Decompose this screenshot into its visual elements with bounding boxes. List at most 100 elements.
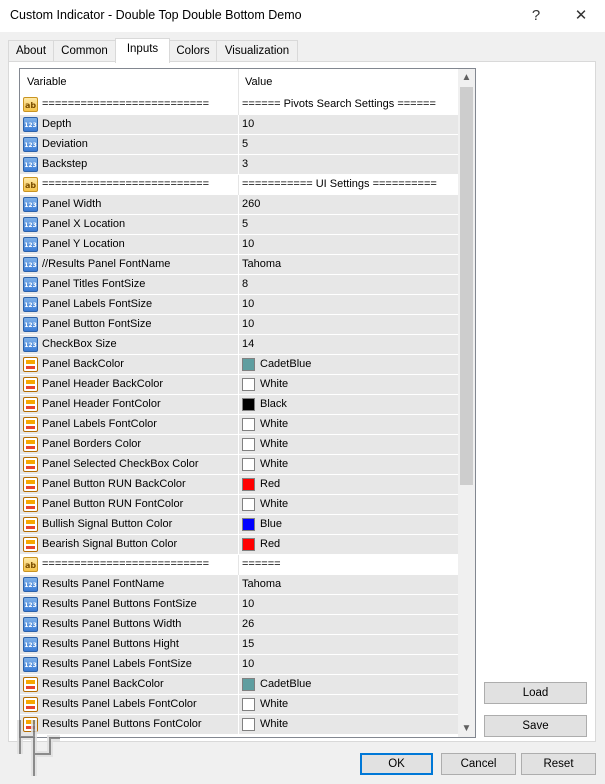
color-value[interactable]: White — [260, 458, 474, 470]
input-row[interactable]: Panel BackColor CadetBlue — [20, 355, 458, 375]
input-row[interactable]: 123 Results Panel Buttons Hight 15 — [20, 635, 458, 655]
separator-row[interactable]: ab ========================== ====== Pivot… — [20, 95, 458, 115]
value-field[interactable]: 26 — [242, 618, 456, 630]
variable-name: Panel Y Location — [42, 238, 125, 250]
input-row[interactable]: 123 Panel Button FontSize 10 — [20, 315, 458, 335]
color-value[interactable]: Black — [260, 398, 474, 410]
color-value[interactable]: Red — [260, 478, 474, 490]
input-row[interactable]: Results Panel Buttons FontColor White — [20, 715, 458, 735]
color-swatch[interactable] — [242, 398, 255, 411]
color-swatch[interactable] — [242, 438, 255, 451]
input-row[interactable]: 123 Results Panel Labels FontSize 10 — [20, 655, 458, 675]
value-field[interactable]: 8 — [242, 278, 456, 290]
tab-inputs[interactable]: Inputs — [115, 38, 170, 63]
input-row[interactable]: Panel Selected CheckBox Color White — [20, 455, 458, 475]
input-row[interactable]: 123 Results Panel Buttons Width 26 — [20, 615, 458, 635]
save-button[interactable]: Save — [484, 715, 587, 737]
color-swatch[interactable] — [242, 378, 255, 391]
tab-common[interactable]: Common — [53, 40, 116, 62]
input-row[interactable]: Results Panel Labels FontColor White — [20, 695, 458, 715]
value-field[interactable]: 3 — [242, 158, 456, 170]
value-field[interactable]: ====== — [242, 558, 456, 570]
input-row[interactable]: Panel Header BackColor White — [20, 375, 458, 395]
color-swatch[interactable] — [242, 358, 255, 371]
input-row[interactable]: 123 Depth 10 — [20, 115, 458, 135]
input-row[interactable]: Panel Borders Color White — [20, 435, 458, 455]
input-row[interactable]: 123 Deviation 5 — [20, 135, 458, 155]
input-row[interactable]: 123 Panel Labels FontSize 10 — [20, 295, 458, 315]
input-row[interactable]: 123 CheckBox Size 14 — [20, 335, 458, 355]
value-field[interactable]: 10 — [242, 298, 456, 310]
value-field[interactable]: 10 — [242, 598, 456, 610]
color-swatch[interactable] — [242, 718, 255, 731]
input-row[interactable]: 123 Panel Y Location 10 — [20, 235, 458, 255]
input-row[interactable]: 123 Panel Titles FontSize 8 — [20, 275, 458, 295]
column-header-variable[interactable]: Variable — [27, 76, 67, 88]
color-value[interactable]: White — [260, 378, 474, 390]
input-row[interactable]: Panel Header FontColor Black — [20, 395, 458, 415]
tab-about[interactable]: About — [8, 40, 54, 62]
input-row[interactable]: 123 Panel X Location 5 — [20, 215, 458, 235]
inputs-grid[interactable]: Variable Value ab =======================… — [19, 68, 476, 738]
vertical-scrollbar[interactable]: ▲ ▼ — [458, 69, 475, 737]
scroll-up-arrow-icon[interactable]: ▲ — [458, 69, 475, 86]
cancel-button[interactable]: Cancel — [441, 753, 516, 775]
color-value[interactable]: White — [260, 498, 474, 510]
value-field[interactable]: ====== Pivots Search Settings ====== — [242, 98, 456, 110]
tab-colors[interactable]: Colors — [169, 40, 217, 62]
input-row[interactable]: Panel Button RUN BackColor Red — [20, 475, 458, 495]
input-row[interactable]: Panel Button RUN FontColor White — [20, 495, 458, 515]
value-field[interactable]: Tahoma — [242, 258, 456, 270]
input-row[interactable]: 123 Backstep 3 — [20, 155, 458, 175]
color-swatch[interactable] — [242, 518, 255, 531]
color-swatch[interactable] — [242, 458, 255, 471]
color-swatch[interactable] — [242, 478, 255, 491]
scrollbar-thumb[interactable] — [460, 87, 473, 485]
tab-visualization[interactable]: Visualization — [216, 40, 298, 62]
column-divider[interactable] — [238, 69, 239, 95]
separator-row[interactable]: ab ========================== ====== — [20, 555, 458, 575]
scroll-down-arrow-icon[interactable]: ▼ — [458, 720, 475, 737]
color-value[interactable]: White — [260, 418, 474, 430]
color-swatch[interactable] — [242, 538, 255, 551]
value-field[interactable]: 260 — [242, 198, 456, 210]
input-row[interactable]: Panel Labels FontColor White — [20, 415, 458, 435]
ok-button[interactable]: OK — [360, 753, 433, 775]
value-field[interactable]: 5 — [242, 218, 456, 230]
value-field[interactable]: Tahoma — [242, 578, 456, 590]
input-row[interactable]: 123 //Results Panel FontName Tahoma — [20, 255, 458, 275]
column-header-value[interactable]: Value — [245, 76, 272, 88]
load-button[interactable]: Load — [484, 682, 587, 704]
input-row[interactable]: Bearish Signal Button Color Red — [20, 535, 458, 555]
color-value[interactable]: White — [260, 438, 474, 450]
input-row[interactable]: 123 Results Panel FontName Tahoma — [20, 575, 458, 595]
value-field[interactable]: 5 — [242, 138, 456, 150]
color-value[interactable]: Blue — [260, 518, 474, 530]
color-value[interactable]: CadetBlue — [260, 678, 474, 690]
input-row[interactable]: 123 Results Panel Buttons FontSize 10 — [20, 595, 458, 615]
value-field[interactable]: 10 — [242, 238, 456, 250]
reset-button[interactable]: Reset — [521, 753, 596, 775]
color-swatch[interactable] — [242, 698, 255, 711]
input-row[interactable]: 123 Panel Width 260 — [20, 195, 458, 215]
integer-type-icon: 123 — [23, 217, 38, 232]
integer-type-icon: 123 — [23, 597, 38, 612]
value-field[interactable]: 10 — [242, 118, 456, 130]
color-swatch[interactable] — [242, 498, 255, 511]
input-row[interactable]: Bullish Signal Button Color Blue — [20, 515, 458, 535]
close-button[interactable]: ✕ — [568, 4, 594, 28]
color-value[interactable]: Red — [260, 538, 474, 550]
color-swatch[interactable] — [242, 418, 255, 431]
separator-row[interactable]: ab ========================== =========== … — [20, 175, 458, 195]
color-value[interactable]: White — [260, 718, 474, 730]
value-field[interactable]: 14 — [242, 338, 456, 350]
color-value[interactable]: CadetBlue — [260, 358, 474, 370]
value-field[interactable]: 15 — [242, 638, 456, 650]
value-field[interactable]: 10 — [242, 318, 456, 330]
help-button[interactable]: ? — [523, 4, 549, 28]
value-field[interactable]: =========== UI Settings ========== — [242, 178, 456, 190]
input-row[interactable]: Results Panel BackColor CadetBlue — [20, 675, 458, 695]
color-value[interactable]: White — [260, 698, 474, 710]
value-field[interactable]: 10 — [242, 658, 456, 670]
color-swatch[interactable] — [242, 678, 255, 691]
